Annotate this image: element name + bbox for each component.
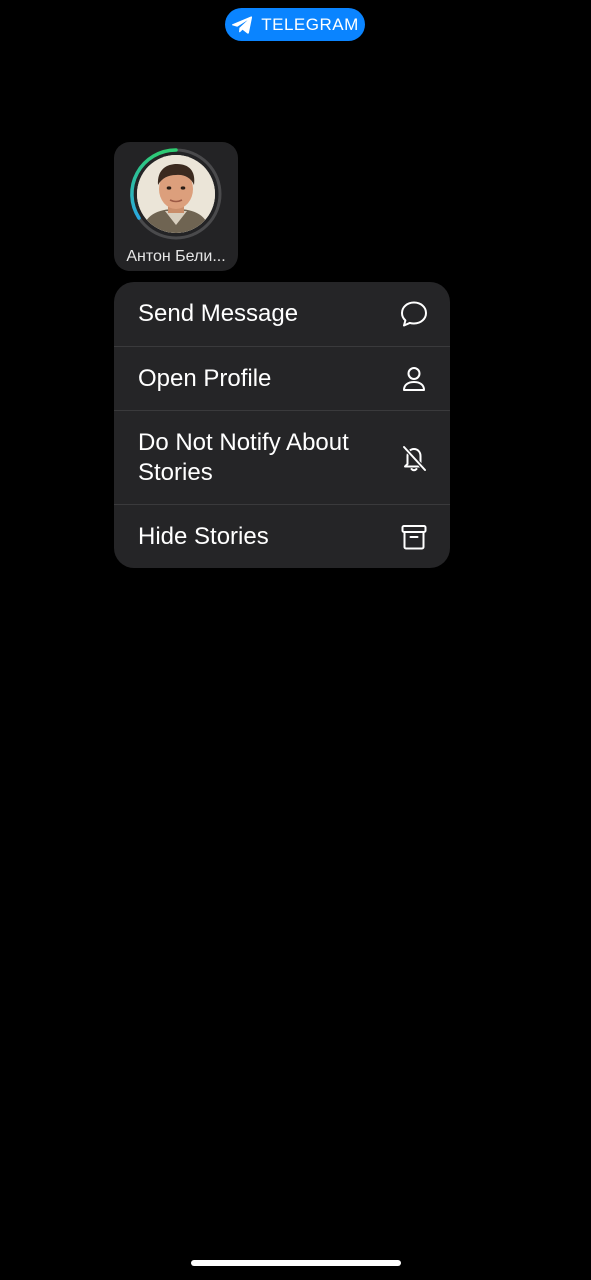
- menu-item-open-profile[interactable]: Open Profile: [114, 346, 450, 410]
- menu-item-do-not-notify[interactable]: Do Not Notify About Stories: [114, 410, 450, 504]
- paper-plane-icon: [231, 15, 253, 35]
- home-indicator[interactable]: [191, 1260, 401, 1266]
- menu-item-label: Open Profile: [138, 364, 272, 392]
- avatar: [137, 155, 215, 233]
- menu-item-send-message[interactable]: Send Message: [114, 282, 450, 346]
- story-context-menu: Send Message Open Profile Do Not Notify …: [114, 282, 450, 568]
- person-icon: [398, 363, 430, 395]
- bell-slash-icon: [398, 442, 430, 474]
- menu-item-label: Send Message: [138, 300, 299, 327]
- archive-box-icon: [398, 521, 430, 553]
- menu-item-hide-stories[interactable]: Hide Stories: [114, 504, 450, 568]
- menu-item-label: Do Not Notify About Stories: [138, 428, 349, 486]
- chat-bubble-icon: [398, 298, 430, 330]
- app-pill-label: TELEGRAM: [261, 14, 359, 34]
- story-preview-card[interactable]: Антон Бели...: [114, 142, 238, 271]
- telegram-app-pill[interactable]: TELEGRAM: [225, 8, 365, 41]
- story-user-name: Антон Бели...: [126, 248, 226, 265]
- menu-item-label: Hide Stories: [138, 522, 269, 550]
